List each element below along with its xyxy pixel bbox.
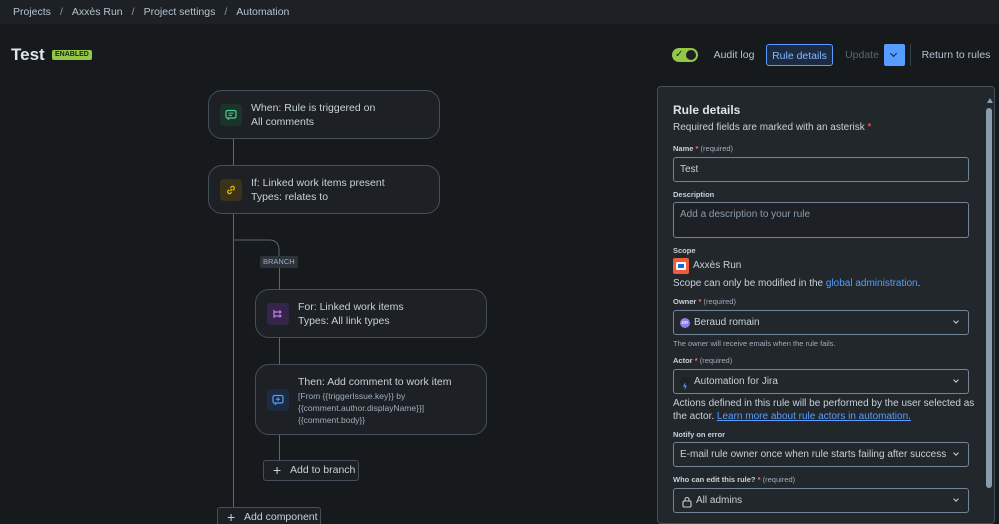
toggle-knob (686, 50, 696, 60)
scope-label: Scope (673, 246, 696, 255)
breadcrumb-automation[interactable]: Automation (236, 6, 289, 18)
update-options-chevron-icon[interactable] (884, 44, 905, 66)
link-icon (220, 179, 242, 201)
who-can-edit-select[interactable]: All admins (673, 488, 969, 513)
name-label: Name * (required) (673, 144, 734, 153)
notify-on-error-select[interactable]: E-mail rule owner once when rule starts … (673, 442, 969, 467)
comment-trigger-icon (220, 104, 242, 126)
add-component-button[interactable]: + Add component (217, 507, 321, 524)
owner-avatar: BR (680, 318, 690, 328)
chevron-down-icon (953, 495, 959, 502)
rule-enabled-toggle[interactable]: ✓ (672, 48, 698, 62)
actor-note-line2: the actor. Learn more about rule actors … (673, 411, 911, 422)
add-to-branch-label: Add to branch (290, 464, 356, 476)
trigger-subtitle: All comments (251, 116, 315, 128)
who-can-edit-value: All admins (696, 495, 743, 506)
description-placeholder: Add a description to your rule (680, 209, 811, 220)
branch-icon (267, 303, 289, 325)
actor-select[interactable]: Automation for Jira (673, 369, 969, 394)
project-avatar-icon (673, 258, 689, 274)
notify-value: E-mail rule owner once when rule starts … (680, 449, 947, 460)
add-to-branch-button[interactable]: + Add to branch (263, 460, 359, 481)
action-node[interactable]: Then: Add comment to work item [From {{t… (255, 364, 487, 435)
rule-details-button[interactable]: Rule details (766, 44, 833, 66)
lock-icon (682, 494, 692, 517)
check-icon: ✓ (675, 49, 684, 60)
action-detail-3: {{comment.body}} (298, 415, 366, 425)
owner-helper: The owner will receive emails when the r… (673, 339, 836, 348)
actor-label: Actor * (required) (673, 356, 733, 365)
name-field[interactable]: Test (673, 157, 969, 182)
learn-more-actors-link[interactable]: Learn more about rule actors in automati… (717, 411, 911, 422)
condition-subtitle: Types: relates to (251, 191, 329, 203)
breadcrumb-separator: / (224, 6, 228, 18)
breadcrumb-separator: / (131, 6, 135, 18)
panel-title: Rule details (673, 103, 741, 117)
return-to-rules-button[interactable]: Return to rules (920, 44, 992, 66)
automation-bolt-icon (680, 377, 690, 390)
scroll-up-arrow-icon[interactable] (987, 98, 993, 103)
chevron-down-icon (953, 449, 959, 456)
global-administration-link[interactable]: global administration (826, 278, 918, 289)
breadcrumb-project[interactable]: Axxès Run (72, 6, 123, 18)
description-label: Description (673, 190, 715, 199)
breadcrumb-separator: / (59, 6, 63, 18)
actor-value: Automation for Jira (694, 376, 778, 387)
breadcrumb-projects[interactable]: Projects (13, 6, 51, 18)
owner-label: Owner * (required) (673, 297, 736, 306)
header-divider (910, 44, 911, 66)
branch-title: For: Linked work items (298, 301, 404, 313)
scope-note: Scope can only be modified in the global… (673, 278, 921, 289)
add-component-label: Add component (244, 511, 318, 523)
scope-value: Axxès Run (693, 260, 742, 271)
page-title: Test (11, 45, 45, 64)
add-comment-icon (267, 389, 289, 411)
connector-line (279, 268, 280, 290)
action-title: Then: Add comment to work item (298, 376, 452, 388)
connector-line (279, 435, 280, 461)
branch-node[interactable]: For: Linked work items Types: All link t… (255, 289, 487, 338)
connector-line (233, 213, 234, 524)
description-field[interactable]: Add a description to your rule (673, 202, 969, 238)
trigger-title: When: Rule is triggered on (251, 102, 376, 114)
panel-scrollbar[interactable] (986, 108, 992, 488)
status-badge: ENABLED (52, 50, 92, 60)
connector-line (233, 139, 234, 166)
chevron-down-icon (953, 317, 959, 324)
action-detail-2: {{comment.author.displayName}}] (298, 403, 425, 413)
owner-select[interactable]: BR Beraud romain (673, 310, 969, 335)
condition-title: If: Linked work items present (251, 177, 385, 189)
connector-line (279, 338, 280, 365)
update-button[interactable]: Update (840, 44, 884, 66)
audit-log-button[interactable]: Audit log (709, 44, 759, 66)
branch-subtitle: Types: All link types (298, 315, 390, 327)
plus-icon: + (273, 462, 282, 478)
who-can-edit-label: Who can edit this rule? * (required) (673, 475, 796, 484)
plus-icon: + (227, 509, 236, 524)
breadcrumb-project-settings[interactable]: Project settings (144, 6, 216, 18)
actor-note-line1: Actions defined in this rule will be per… (673, 398, 975, 409)
notify-label: Notify on error (673, 430, 726, 439)
name-value: Test (680, 164, 699, 175)
owner-value: Beraud romain (694, 317, 760, 328)
condition-node[interactable]: If: Linked work items present Types: rel… (208, 165, 440, 214)
action-detail-1: [From {{triggerIssue.key}} by (298, 391, 406, 401)
breadcrumb: Projects / Axxès Run / Project settings … (0, 0, 999, 24)
trigger-node[interactable]: When: Rule is triggered on All comments (208, 90, 440, 139)
required-note: Required fields are marked with an aster… (673, 122, 872, 133)
chevron-down-icon (953, 376, 959, 383)
branch-label: BRANCH (260, 256, 298, 268)
